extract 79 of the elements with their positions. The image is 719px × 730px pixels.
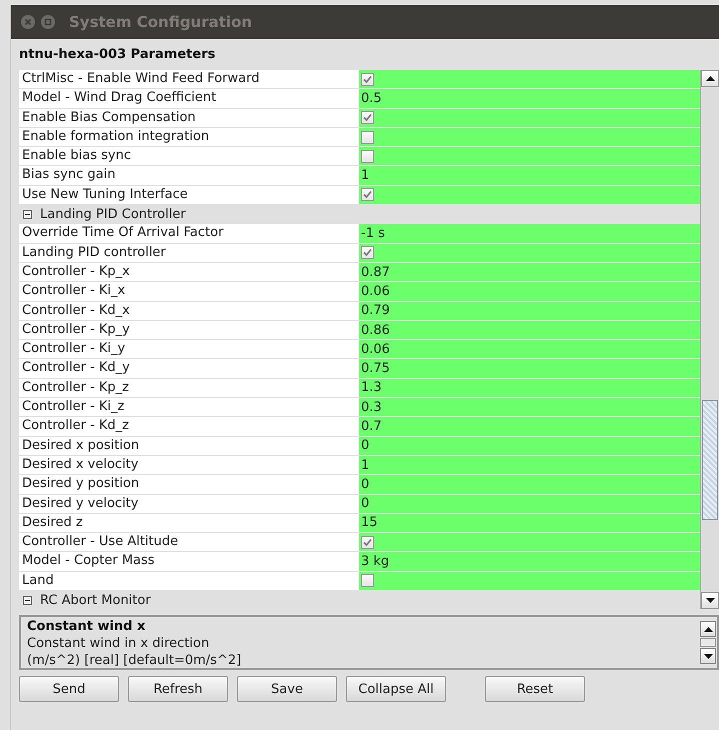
- parameter-name: Landing PID controller: [19, 244, 359, 262]
- scroll-down-button[interactable]: [701, 592, 719, 609]
- parameter-name: Controller - Kp_z: [19, 378, 359, 398]
- parameter-name: Model - Wind Drag Coefficient: [19, 89, 359, 108]
- action-button[interactable]: Reset: [485, 676, 585, 702]
- scroll-thumb[interactable]: [702, 400, 718, 520]
- group-label: RC Abort Monitor: [40, 592, 151, 608]
- group-label: Landing PID Controller: [40, 206, 186, 222]
- value-field[interactable]: 1: [359, 456, 700, 474]
- parameter-name: Controller - Kd_x: [19, 302, 359, 320]
- parameter-name: Controller - Use Altitude: [19, 533, 359, 552]
- window-title: System Configuration: [69, 13, 252, 31]
- close-icon[interactable]: [21, 15, 35, 29]
- value-field[interactable]: 0.06: [359, 340, 700, 358]
- scroll-thumb[interactable]: [700, 638, 716, 647]
- caret-up-icon: [704, 626, 712, 632]
- parameter-name: Controller - Kp_x: [19, 262, 359, 282]
- checkbox[interactable]: [361, 130, 374, 144]
- parameter-name: Controller - Kd_z: [19, 417, 359, 436]
- panel-heading: ntnu-hexa-003 Parameters: [19, 46, 216, 64]
- checkbox[interactable]: [361, 574, 374, 588]
- value-field[interactable]: 0.86: [359, 320, 700, 340]
- checkbox[interactable]: [361, 188, 374, 202]
- parameter-name: Override Time Of Arrival Factor: [19, 224, 359, 243]
- parameter-name: Desired y position: [19, 475, 359, 494]
- value-field[interactable]: 0.5: [359, 89, 700, 108]
- action-button[interactable]: Save: [237, 676, 337, 702]
- scroll-up-button[interactable]: [701, 70, 719, 87]
- value-field[interactable]: 1.3: [359, 378, 700, 398]
- value-field[interactable]: 0.87: [359, 262, 700, 282]
- parameter-name: Desired y velocity: [19, 494, 359, 513]
- value-field[interactable]: 0: [359, 436, 700, 455]
- caret-down-icon: [704, 654, 712, 658]
- action-button[interactable]: Collapse All: [346, 676, 446, 702]
- checkbox[interactable]: [361, 536, 374, 549]
- parameter-name: Enable Bias Compensation: [19, 108, 359, 127]
- value-field[interactable]: 0: [359, 475, 700, 494]
- caret-down-icon: [706, 598, 714, 603]
- value-field[interactable]: 0.79: [359, 302, 700, 320]
- value-field[interactable]: 0: [359, 494, 700, 513]
- parameter-name: Enable formation integration: [19, 128, 359, 146]
- caret-up-icon: [706, 76, 714, 81]
- value-field[interactable]: 0.06: [359, 282, 700, 301]
- action-button[interactable]: Send: [19, 676, 119, 702]
- value-field[interactable]: -1 s: [359, 224, 700, 243]
- collapse-icon[interactable]: [23, 210, 32, 219]
- value-field[interactable]: 1: [359, 166, 700, 185]
- collapse-icon[interactable]: [23, 596, 32, 605]
- parameter-name: Controller - Ki_y: [19, 340, 359, 358]
- checkbox[interactable]: [361, 246, 374, 260]
- checkbox[interactable]: [361, 150, 374, 163]
- parameter-name: Land: [19, 572, 359, 590]
- description-title: Constant wind x: [27, 618, 146, 635]
- parameter-name: Controller - Kp_y: [19, 320, 359, 340]
- parameter-name: Bias sync gain: [19, 166, 359, 185]
- checkbox[interactable]: [361, 72, 374, 86]
- action-button[interactable]: Refresh: [128, 676, 228, 702]
- parameter-name: Desired x position: [19, 436, 359, 455]
- parameter-name: Controller - Ki_z: [19, 398, 359, 416]
- parameter-name: Controller - Ki_x: [19, 282, 359, 301]
- parameter-name: CtrlMisc - Enable Wind Feed Forward: [19, 70, 359, 88]
- scrollbar[interactable]: [700, 70, 719, 609]
- parameter-name: Use New Tuning Interface: [19, 186, 359, 204]
- parameter-name: Desired x velocity: [19, 456, 359, 474]
- parameter-name: Controller - Kd_y: [19, 359, 359, 378]
- value-field[interactable]: 15: [359, 514, 700, 532]
- maximize-icon[interactable]: [41, 15, 55, 29]
- parameter-name: Desired z: [19, 514, 359, 532]
- parameter-name: Enable bias sync: [19, 147, 359, 166]
- value-field[interactable]: 0.3: [359, 398, 700, 416]
- description-text: Constant wind in x direction: [27, 635, 210, 652]
- checkbox[interactable]: [361, 111, 374, 124]
- description-text: (m/s^2) [real] [default=0m/s^2]: [27, 652, 242, 668]
- parameter-name: Model - Copter Mass: [19, 552, 359, 571]
- value-field[interactable]: 3 kg: [359, 552, 700, 571]
- value-field[interactable]: 0.75: [359, 359, 700, 378]
- scroll-up-button[interactable]: [700, 621, 716, 637]
- scroll-down-button[interactable]: [700, 648, 716, 664]
- value-field[interactable]: 0.7: [359, 417, 700, 436]
